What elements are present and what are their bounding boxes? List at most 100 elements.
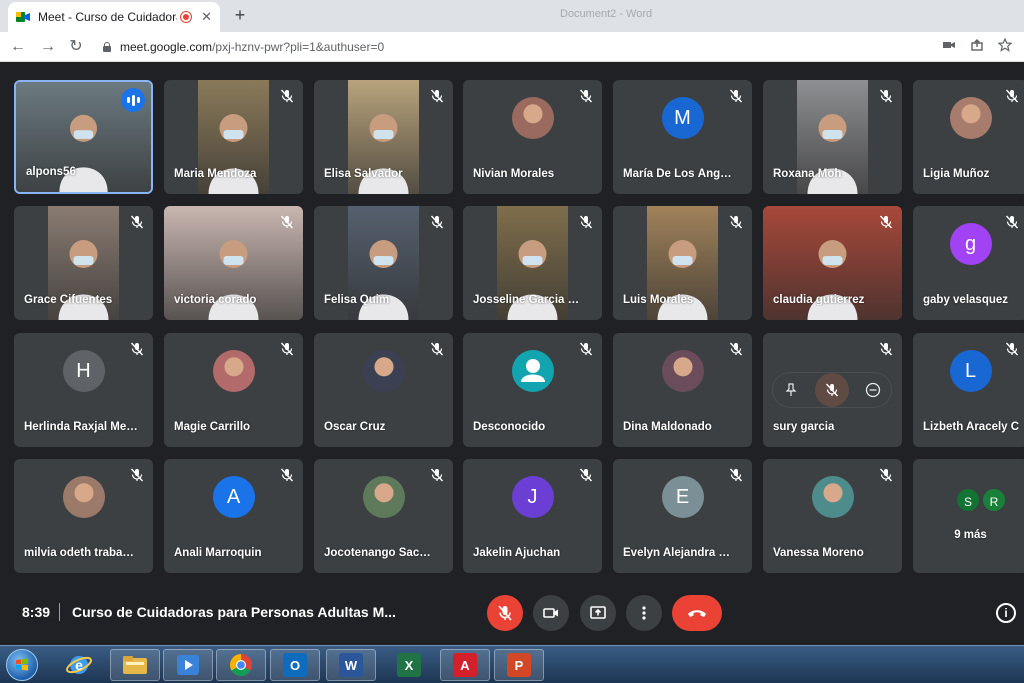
participant-tile[interactable]: Elisa Salvador <box>314 80 453 194</box>
media-player-icon <box>177 655 199 675</box>
tab-close-icon[interactable]: ✕ <box>201 9 212 25</box>
participant-tile[interactable]: Josseline Garcia … <box>463 206 602 320</box>
participant-name: Maria Mendoza <box>174 168 257 180</box>
mic-muted-icon <box>878 214 894 230</box>
participant-tile[interactable]: Roxana Moh <box>763 80 902 194</box>
participant-name: Luis Morales <box>623 294 694 306</box>
microphone-toggle-button[interactable] <box>487 595 523 631</box>
participant-name: Evelyn Alejandra … <box>623 547 730 559</box>
participant-avatar: E <box>661 476 704 518</box>
participant-photo-avatar <box>949 97 992 139</box>
participant-tile[interactable]: L Lizbeth Aracely C <box>913 333 1024 447</box>
taskbar-file-explorer[interactable] <box>110 649 160 681</box>
participant-name: Desconocido <box>473 421 546 433</box>
participant-tile[interactable]: Nivian Morales <box>463 80 602 194</box>
participant-avatar: M <box>661 97 704 139</box>
participant-name: gaby velasquez <box>923 294 1009 306</box>
participant-tile[interactable]: Oscar Cruz <box>314 333 453 447</box>
mic-muted-icon <box>578 214 594 230</box>
camera-toggle-button[interactable] <box>533 595 569 631</box>
taskbar-outlook[interactable]: O <box>270 649 320 681</box>
participant-photo-avatar <box>62 476 105 518</box>
remove-participant-icon[interactable] <box>861 378 885 402</box>
taskbar-word[interactable]: W <box>326 649 376 681</box>
recording-indicator-icon <box>181 12 192 22</box>
participant-tile[interactable]: claudia gutierrez <box>763 206 902 320</box>
excel-icon: X <box>397 653 421 677</box>
mic-muted-icon <box>429 467 445 483</box>
mic-muted-icon <box>878 341 894 357</box>
participant-name: milvia odeth traba… <box>24 547 134 559</box>
overflow-avatar: R <box>981 487 1007 513</box>
participant-tile[interactable]: victoria corado <box>164 206 303 320</box>
participant-tile[interactable]: sury garcia <box>763 333 902 447</box>
participant-tile[interactable]: E Evelyn Alejandra … <box>613 459 752 573</box>
participant-tile[interactable]: J Jakelin Ajuchan <box>463 459 602 573</box>
participant-tile[interactable]: g gaby velasquez <box>913 206 1024 320</box>
mic-muted-icon <box>878 467 894 483</box>
participant-tile[interactable]: Maria Mendoza <box>164 80 303 194</box>
divider <box>59 603 60 621</box>
taskbar-acrobat[interactable]: A <box>440 649 490 681</box>
participant-name: Elisa Salvador <box>324 168 403 180</box>
participant-tile[interactable]: Magie Carrillo <box>164 333 303 447</box>
participant-tile[interactable]: Vanessa Moreno <box>763 459 902 573</box>
participant-tile[interactable]: A Anali Marroquin <box>164 459 303 573</box>
taskbar-chrome[interactable] <box>216 649 266 681</box>
back-button[interactable]: ← <box>8 37 28 57</box>
participant-tile[interactable]: milvia odeth traba… <box>14 459 153 573</box>
meet-favicon-icon <box>16 11 30 23</box>
participant-name: victoria corado <box>174 294 257 306</box>
participant-tile[interactable]: H Herlinda Raxjal Me… <box>14 333 153 447</box>
forward-button[interactable]: → <box>38 37 58 57</box>
participant-tile[interactable]: Luis Morales <box>613 206 752 320</box>
acrobat-icon: A <box>453 653 477 677</box>
start-button[interactable] <box>6 649 38 681</box>
mic-muted-icon <box>279 88 295 104</box>
taskbar-powerpoint[interactable]: P <box>494 649 544 681</box>
mic-muted-icon <box>578 88 594 104</box>
taskbar-internet-explorer[interactable]: e <box>54 649 104 681</box>
taskbar-excel[interactable]: X <box>384 649 434 681</box>
participant-tile[interactable]: Desconocido <box>463 333 602 447</box>
participant-tile[interactable]: M María De Los Áng… <box>613 80 752 194</box>
more-options-button[interactable] <box>626 595 662 631</box>
outlook-icon: O <box>283 653 307 677</box>
meeting-details-button[interactable]: i <box>996 603 1016 623</box>
participant-name: Lizbeth Aracely C <box>923 421 1020 433</box>
participant-tile[interactable]: Dina Maldonado <box>613 333 752 447</box>
participant-tile[interactable]: Felisa Quim <box>314 206 453 320</box>
share-icon[interactable] <box>970 38 984 52</box>
mic-muted-icon <box>578 467 594 483</box>
tile-hover-controls <box>773 373 891 407</box>
chrome-icon <box>230 654 252 676</box>
present-screen-button[interactable] <box>580 595 616 631</box>
participant-name: Anali Marroquin <box>174 547 262 559</box>
mic-muted-icon <box>429 214 445 230</box>
browser-tab-meet[interactable]: Meet - Curso de Cuidadoras ✕ <box>8 2 220 32</box>
mute-participant-icon[interactable] <box>815 373 849 407</box>
mic-muted-icon <box>1004 88 1020 104</box>
address-bar[interactable]: meet.google.com /pxj-hznv-pwr?pli=1&auth… <box>98 36 1018 58</box>
mic-muted-icon <box>728 467 744 483</box>
mic-muted-icon <box>129 214 145 230</box>
participant-photo-avatar <box>362 476 405 518</box>
word-icon: W <box>339 653 363 677</box>
taskbar-media-player[interactable] <box>163 649 213 681</box>
windows-taskbar: e O W X A P <box>0 645 1024 683</box>
pin-icon[interactable] <box>779 378 803 402</box>
reload-button[interactable]: ↻ <box>66 37 86 57</box>
camera-in-use-icon[interactable] <box>942 38 956 52</box>
mic-muted-icon <box>578 341 594 357</box>
participant-tile[interactable]: Ligia Muñoz <box>913 80 1024 194</box>
participant-tile[interactable]: alpons56 <box>14 80 153 194</box>
participant-tile[interactable]: SR 9 más <box>913 459 1024 573</box>
participant-name: alpons56 <box>26 166 76 178</box>
lock-icon <box>102 42 112 52</box>
bookmark-star-icon[interactable] <box>998 38 1012 52</box>
leave-call-button[interactable] <box>672 595 722 631</box>
participant-tile[interactable]: Jocotenango Sac… <box>314 459 453 573</box>
participant-tile[interactable]: Grace Cifuentes <box>14 206 153 320</box>
new-tab-button[interactable]: + <box>229 5 251 27</box>
mic-off-icon <box>498 605 512 621</box>
